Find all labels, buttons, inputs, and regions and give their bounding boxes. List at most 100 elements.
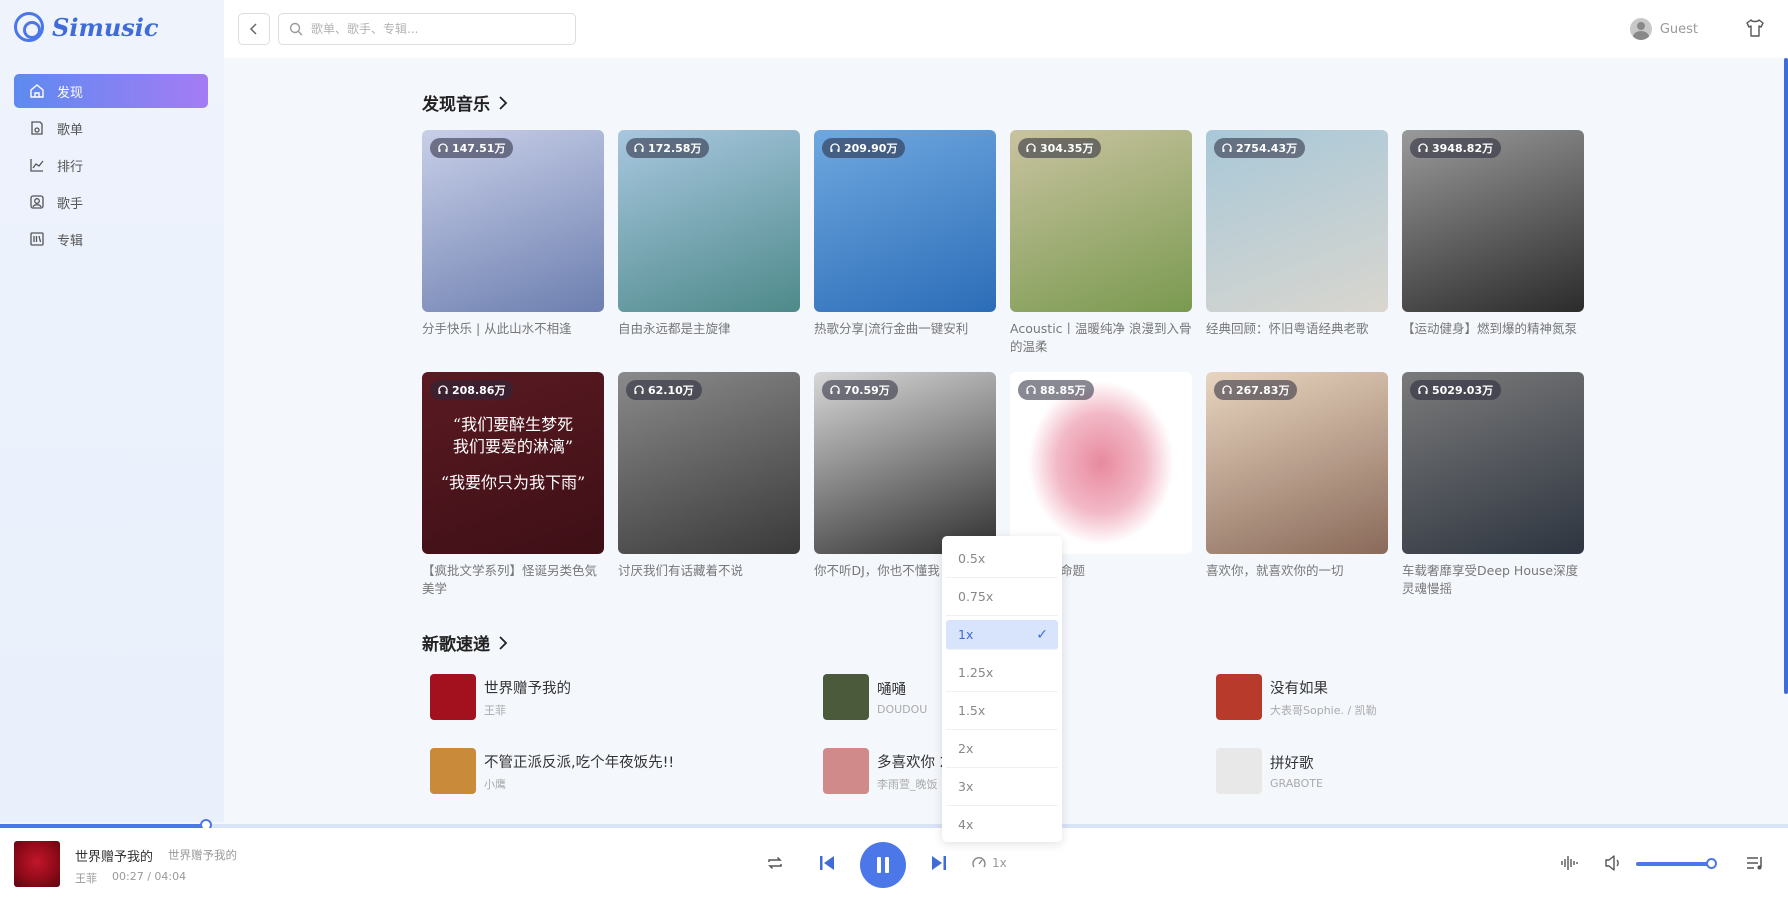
song-artist[interactable]: 李雨萱_晚饭	[877, 776, 949, 792]
playlist-title[interactable]: 热歌分享|流行金曲一键安利	[814, 320, 996, 338]
song-cover[interactable]	[823, 748, 869, 794]
song-name[interactable]: 多喜欢你 2	[877, 751, 949, 772]
song-item[interactable]: 多喜欢你 2 李雨萱_晚饭	[823, 748, 949, 794]
song-cover[interactable]	[1216, 748, 1262, 794]
playlist-title[interactable]: 车载奢靡享受Deep House深度灵魂慢摇	[1402, 562, 1584, 598]
playlist-cover[interactable]: 62.10万	[618, 372, 800, 554]
play-count-badge: 5029.03万	[1410, 380, 1502, 400]
playlist-cover[interactable]: 209.90万	[814, 130, 996, 312]
song-item[interactable]: 没有如果 大表哥Sophie. / 凯勒	[1216, 674, 1377, 720]
sidebar-item-discover[interactable]: 发现	[14, 74, 208, 108]
repeat-button[interactable]	[764, 828, 786, 898]
playlist-cover[interactable]: 88.85万	[1010, 372, 1192, 554]
playlist-card[interactable]: 147.51万分手快乐 | 从此山水不相逢	[422, 130, 604, 338]
playlist-title[interactable]: 【运动健身】燃到爆的精神氮泵	[1402, 320, 1584, 338]
playlist-card[interactable]: 3948.82万【运动健身】燃到爆的精神氮泵	[1402, 130, 1584, 338]
song-cover[interactable]	[1216, 674, 1262, 720]
play-count-badge: 62.10万	[626, 380, 702, 400]
sidebar-item-album[interactable]: 专辑	[14, 222, 208, 256]
playlist-title[interactable]: 【疯批文学系列】怪诞另类色気美学	[422, 562, 604, 598]
playlist-cover[interactable]: 304.35万	[1010, 130, 1192, 312]
sidebar-item-ranking[interactable]: 排行	[14, 148, 208, 182]
playlist-title[interactable]: 自由永远都是主旋律	[618, 320, 800, 338]
speed-option[interactable]: 3x	[946, 768, 1058, 806]
speed-option[interactable]: 2x	[946, 730, 1058, 768]
back-button[interactable]	[238, 13, 270, 45]
speed-option[interactable]: 1x ✓	[946, 620, 1058, 650]
headphones-icon	[1222, 385, 1232, 394]
search-input[interactable]	[311, 22, 561, 36]
speed-option[interactable]: 1.25x	[946, 654, 1058, 692]
song-artist[interactable]: 大表哥Sophie. / 凯勒	[1270, 702, 1377, 718]
playlist-cover[interactable]: 172.58万	[618, 130, 800, 312]
song-name[interactable]: 嗵嗵	[877, 678, 927, 699]
sidebar-item-playlist[interactable]: 歌单	[14, 111, 208, 145]
now-playing-title[interactable]: 世界赠予我的	[75, 846, 153, 865]
speed-option[interactable]: 0.5x	[946, 540, 1058, 578]
playlist-title[interactable]: 喜欢你，就喜欢你的一切	[1206, 562, 1388, 580]
playlist-cover[interactable]: 267.83万	[1206, 372, 1388, 554]
playlist-card[interactable]: “我们要醉生梦死 我们要爱的淋漓” “我要你只为我下雨” 208.86万【疯批文学系列…	[422, 372, 604, 598]
playlist-cover[interactable]: 2754.43万	[1206, 130, 1388, 312]
sidebar-item-label: 专辑	[57, 233, 84, 249]
song-item[interactable]: 拼好歌 GRABOTE	[1216, 748, 1323, 794]
song-item[interactable]: 世界赠予我的 王菲	[430, 674, 571, 720]
playlist-title[interactable]: 讨厌我们有话藏着不说	[618, 562, 800, 580]
playlist-cover[interactable]: “我们要醉生梦死 我们要爱的淋漓” “我要你只为我下雨” 208.86万	[422, 372, 604, 554]
previous-button[interactable]	[816, 828, 838, 898]
section-title-discover[interactable]: 发现音乐	[422, 90, 508, 115]
play-count: 208.86万	[452, 384, 506, 397]
song-name[interactable]: 没有如果	[1270, 677, 1377, 698]
song-artist[interactable]: 小鹰	[484, 776, 674, 792]
song-cover[interactable]	[823, 674, 869, 720]
chart-icon	[30, 159, 44, 172]
playlist-card[interactable]: 62.10万讨厌我们有话藏着不说	[618, 372, 800, 580]
song-name[interactable]: 世界赠予我的	[484, 677, 571, 698]
song-item[interactable]: 嗵嗵 DOUDOU	[823, 674, 927, 720]
now-playing-cover[interactable]	[14, 841, 60, 887]
logo[interactable]: Simusic	[14, 12, 159, 42]
playlist-cover[interactable]: 70.59万	[814, 372, 996, 554]
volume-slider[interactable]	[1636, 858, 1717, 869]
playlist-cover[interactable]: 3948.82万	[1402, 130, 1584, 312]
playlist-card[interactable]: 304.35万 Acoustic丨温暖纯净 浪漫到入骨的温柔	[1010, 130, 1192, 356]
playlist-cover[interactable]: 147.51万	[422, 130, 604, 312]
song-name[interactable]: 拼好歌	[1270, 752, 1323, 773]
pause-button[interactable]	[860, 842, 906, 888]
song-name[interactable]: 不管正派反派,吃个年夜饭先!!	[484, 751, 674, 772]
now-playing-artist[interactable]: 王菲	[75, 870, 97, 886]
headphones-icon	[634, 143, 644, 152]
playlist-card[interactable]: 209.90万热歌分享|流行金曲一键安利	[814, 130, 996, 338]
volume-button[interactable]	[1602, 828, 1624, 898]
speed-option[interactable]: 4x	[946, 806, 1058, 844]
playlist-queue-button[interactable]	[1744, 828, 1766, 898]
skin-icon[interactable]	[1744, 17, 1766, 39]
headphones-icon	[1418, 385, 1428, 394]
playlist-title[interactable]: 经典回顾：怀旧粤语经典老歌	[1206, 320, 1388, 338]
sidebar-item-singer[interactable]: 歌手	[14, 185, 208, 219]
song-artist[interactable]: 王菲	[484, 702, 571, 718]
speed-option[interactable]: 0.75x	[946, 578, 1058, 616]
headphones-icon	[830, 385, 840, 394]
volume-handle[interactable]	[1706, 858, 1717, 869]
play-count-badge: 267.83万	[1214, 380, 1298, 400]
playlist-card[interactable]: 2754.43万经典回顾：怀旧粤语经典老歌	[1206, 130, 1388, 338]
playlist-card[interactable]: 172.58万自由永远都是主旋律	[618, 130, 800, 338]
playlist-card[interactable]: 267.83万喜欢你，就喜欢你的一切	[1206, 372, 1388, 580]
playlist-card[interactable]: 5029.03万车载奢靡享受Deep House深度灵魂慢摇	[1402, 372, 1584, 598]
section-title-new-songs[interactable]: 新歌速递	[422, 630, 508, 655]
song-cover[interactable]	[430, 748, 476, 794]
playlist-cover[interactable]: 5029.03万	[1402, 372, 1584, 554]
sound-effect-button[interactable]	[1558, 828, 1580, 898]
speed-option[interactable]: 1.5x	[946, 692, 1058, 730]
speed-button[interactable]: 1x	[972, 856, 1007, 870]
user-menu[interactable]: Guest	[1629, 18, 1698, 40]
scrollbar[interactable]	[1784, 58, 1788, 694]
playlist-title[interactable]: 分手快乐 | 从此山水不相逢	[422, 320, 604, 338]
song-artist[interactable]: GRABOTE	[1270, 777, 1323, 790]
playlist-title[interactable]: Acoustic丨温暖纯净 浪漫到入骨的温柔	[1010, 320, 1192, 356]
search-box[interactable]	[278, 13, 576, 45]
song-item[interactable]: 不管正派反派,吃个年夜饭先!! 小鹰	[430, 748, 674, 794]
song-cover[interactable]	[430, 674, 476, 720]
song-artist[interactable]: DOUDOU	[877, 703, 927, 716]
